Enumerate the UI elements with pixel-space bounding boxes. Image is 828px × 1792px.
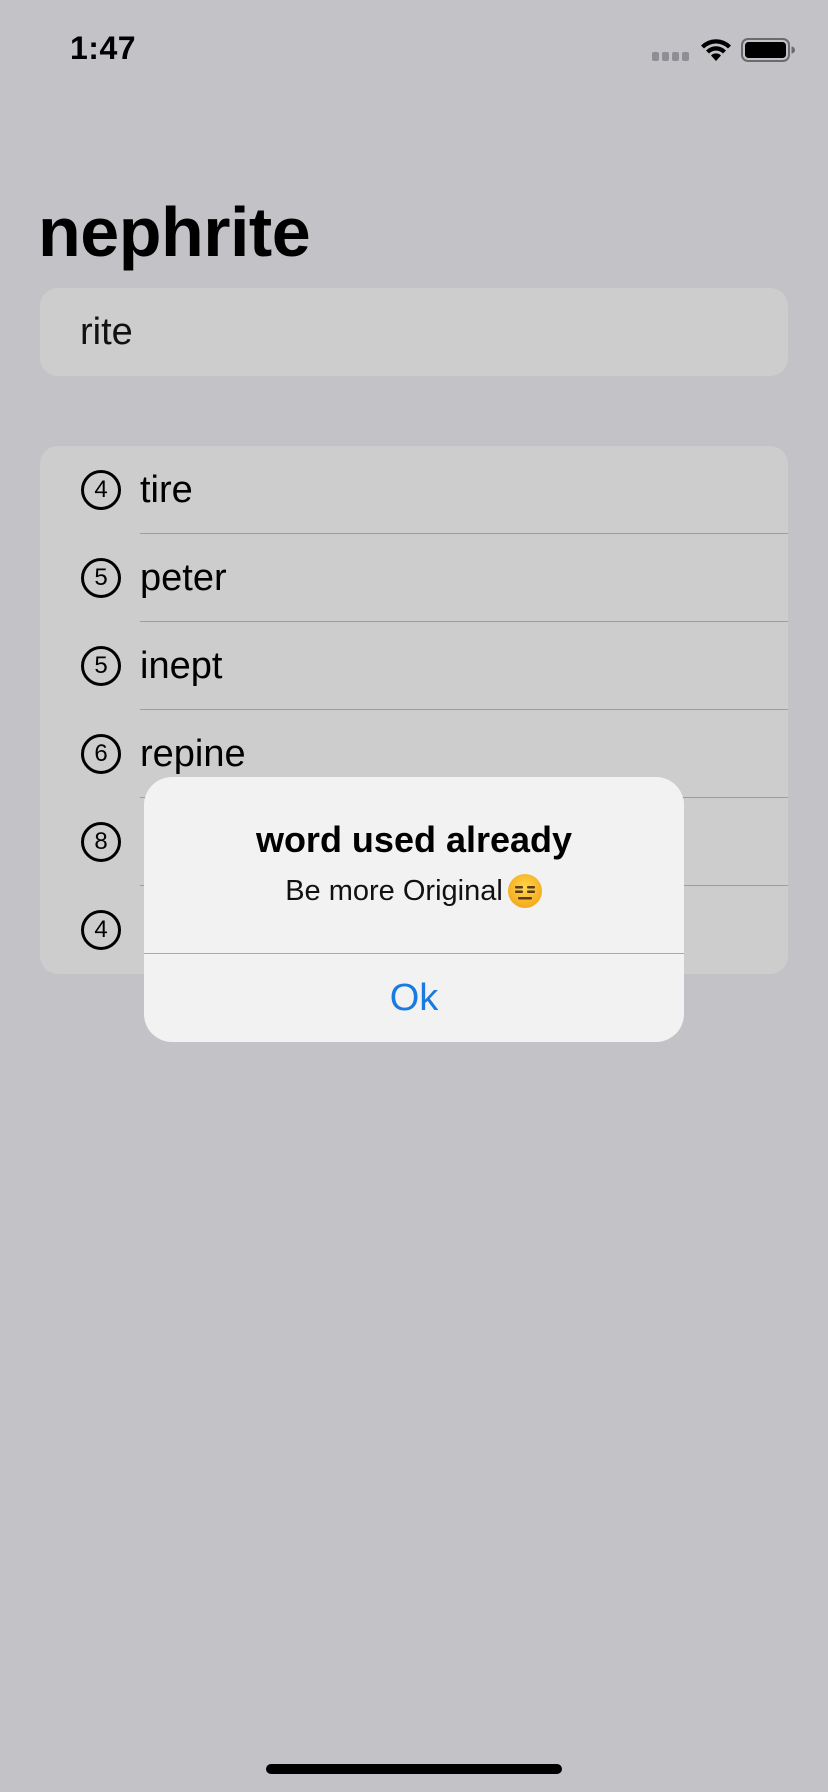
list-item: 4 tire xyxy=(40,446,788,534)
wifi-icon xyxy=(701,39,731,61)
list-item: 5 peter xyxy=(40,534,788,622)
letter-count-icon: 5 xyxy=(81,646,121,686)
alert-message-text: Be more Original xyxy=(285,874,503,907)
letter-count-icon: 4 xyxy=(81,470,121,510)
alert-message: Be more Original xyxy=(144,873,684,909)
alert-dialog: word used already Be more Original Ok xyxy=(144,777,684,1042)
alert-title: word used already xyxy=(255,819,573,860)
battery-icon xyxy=(741,38,795,62)
letter-count-icon: 4 xyxy=(81,910,121,950)
letter-count-icon: 8 xyxy=(81,822,121,862)
word-input-field[interactable]: rite xyxy=(40,288,788,376)
list-item: 5 inept xyxy=(40,622,788,710)
ok-button[interactable]: Ok xyxy=(144,954,684,1042)
word-text: peter xyxy=(140,556,227,599)
screen: 1:47 nephrite rite 4 tire 5 peter 5 inep… xyxy=(0,0,828,1792)
home-indicator[interactable] xyxy=(266,1764,562,1774)
status-time: 1:47 xyxy=(70,30,137,66)
word-text: tire xyxy=(140,468,193,511)
letter-count-icon: 6 xyxy=(81,734,121,774)
page-title: nephrite xyxy=(38,193,311,271)
letter-count-icon: 5 xyxy=(81,558,121,598)
word-text: inept xyxy=(140,644,223,687)
expressionless-face-icon xyxy=(507,874,542,908)
cellular-signal-icon xyxy=(652,52,690,62)
